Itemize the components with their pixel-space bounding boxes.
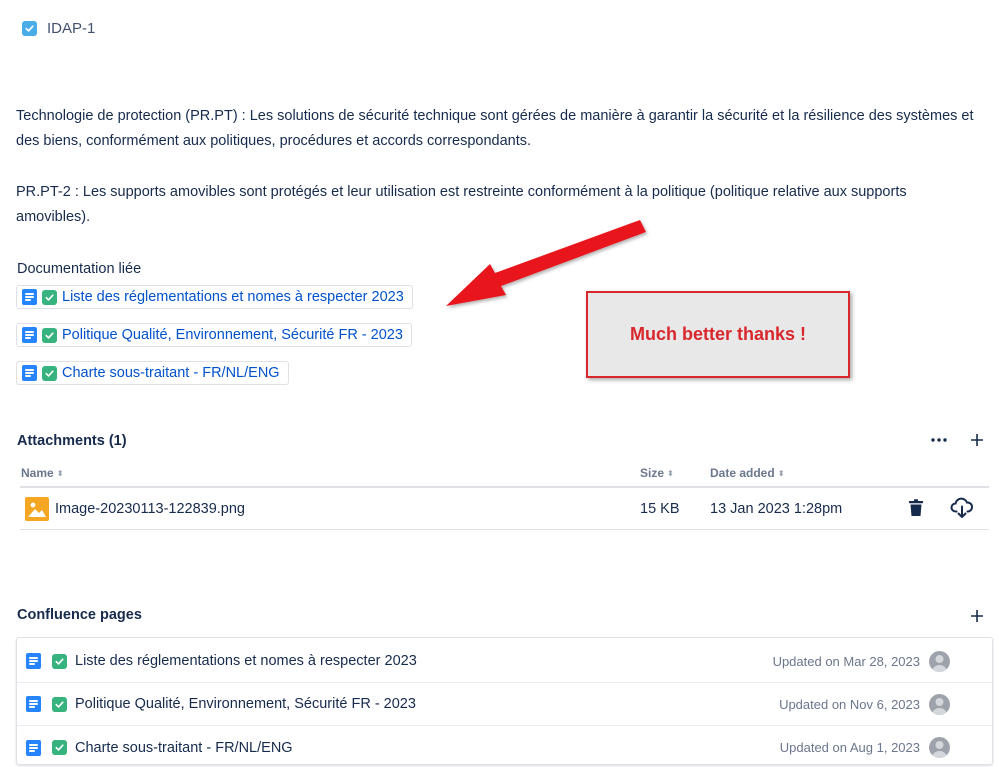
callout-text: Much better thanks ! (629, 324, 807, 344)
sort-icon: ⬍ (777, 468, 785, 478)
issue-key[interactable]: IDAP-1 (22, 20, 95, 37)
column-header-size[interactable]: Size ⬍ (640, 466, 674, 480)
confluence-page-updated: Updated on Mar 28, 2023 (772, 653, 920, 669)
confluence-page-title: Charte sous-traitant - FR/NL/ENG (75, 739, 293, 756)
page-icon (22, 327, 37, 343)
table-row[interactable]: Image-20230113-122839.png 15 KB 13 Jan 2… (20, 488, 989, 529)
sort-icon: ⬍ (56, 468, 64, 478)
check-icon (52, 653, 67, 669)
attachment-date: 13 Jan 2023 1:28pm (710, 501, 843, 517)
page-icon (26, 696, 41, 712)
column-header-name[interactable]: Name ⬍ (21, 466, 63, 480)
doc-link-label: Politique Qualité, Environnement, Sécuri… (62, 327, 403, 343)
attachments-actions (929, 430, 987, 450)
more-icon[interactable] (929, 430, 949, 450)
check-icon (52, 696, 67, 712)
doc-link-label: Charte sous-traitant - FR/NL/ENG (62, 365, 280, 381)
doc-link-reglementations[interactable]: Liste des réglementations et nomes à res… (16, 285, 413, 309)
doc-link-politique-qualite[interactable]: Politique Qualité, Environnement, Sécuri… (16, 323, 412, 347)
column-header-label: Size (640, 466, 665, 480)
avatar (929, 737, 950, 758)
page-icon (26, 653, 41, 669)
confluence-page-title: Politique Qualité, Environnement, Sécuri… (75, 696, 416, 712)
column-header-label: Name (21, 466, 54, 480)
avatar (929, 693, 950, 715)
documentation-heading: Documentation liée (17, 261, 142, 277)
page-icon (26, 739, 41, 756)
check-icon (42, 365, 57, 381)
add-confluence-page-icon[interactable] (967, 606, 987, 626)
table-row-divider (20, 529, 989, 530)
image-file-icon (25, 497, 49, 521)
description-paragraph-1: Technologie de protection (PR.PT) : Les … (16, 108, 974, 149)
issue-type-checkbox-icon (22, 21, 37, 36)
confluence-page-row[interactable]: Politique Qualité, Environnement, Sécuri… (17, 683, 992, 726)
attachments-heading: Attachments (1) (17, 433, 127, 449)
confluence-page-title: Liste des réglementations et nomes à res… (75, 653, 417, 669)
column-header-date[interactable]: Date added ⬍ (710, 466, 784, 480)
confluence-page-updated: Updated on Nov 6, 2023 (779, 696, 920, 712)
attachment-name[interactable]: Image-20230113-122839.png (55, 501, 245, 517)
cloud-download-icon[interactable] (950, 497, 974, 524)
confluence-pages-list: Liste des réglementations et nomes à res… (16, 637, 993, 765)
confluence-page-updated: Updated on Aug 1, 2023 (779, 740, 920, 755)
doc-link-charte-sous-traitant[interactable]: Charte sous-traitant - FR/NL/ENG (16, 361, 289, 385)
add-attachment-icon[interactable] (967, 430, 987, 450)
attachment-size: 15 KB (640, 501, 680, 517)
confluence-page-row[interactable]: Liste des réglementations et nomes à res… (17, 640, 992, 683)
check-icon (52, 740, 67, 755)
check-icon (42, 289, 57, 305)
page-icon (22, 365, 37, 381)
annotation-callout: Much better thanks ! (586, 291, 850, 378)
column-header-label: Date added (710, 466, 775, 480)
confluence-page-row[interactable]: Charte sous-traitant - FR/NL/ENG Updated… (17, 726, 992, 767)
avatar (929, 650, 950, 672)
sort-icon: ⬍ (667, 468, 674, 478)
confluence-pages-heading: Confluence pages (17, 607, 142, 623)
page-icon (22, 289, 37, 305)
doc-link-label: Liste des réglementations et nomes à res… (62, 289, 404, 305)
check-icon (42, 327, 57, 343)
trash-icon[interactable] (906, 498, 926, 523)
issue-key-label: IDAP-1 (47, 20, 96, 37)
